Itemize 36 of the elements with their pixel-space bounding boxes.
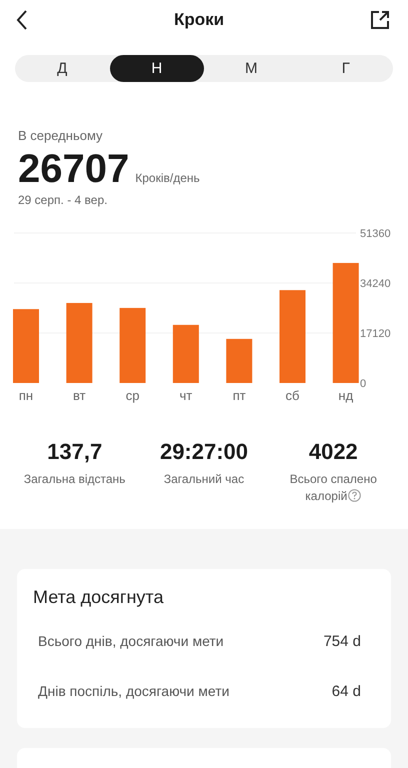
axis-label: ср	[126, 388, 140, 404]
period-tab[interactable]: М	[204, 54, 298, 82]
page-title: Кроки	[174, 10, 224, 30]
stat-value: 137,7	[47, 439, 102, 466]
unit-label: Кроків/день	[135, 171, 200, 186]
average-label: В середньому	[18, 128, 104, 144]
stat-value: 29:27:00	[160, 439, 248, 466]
bar	[226, 338, 252, 384]
axis-tick-label: 17120	[360, 328, 391, 340]
period-tab[interactable]: Н	[110, 54, 204, 82]
bar	[172, 324, 199, 384]
stat-label: Загальний час	[162, 471, 246, 488]
stat-value: 4022	[308, 439, 358, 466]
axis-label: пт	[232, 388, 246, 404]
axis-tick-label: 34240	[360, 278, 391, 290]
average-value: 26707	[18, 147, 130, 192]
row-label: Днів поспіль, досягаючи мети	[38, 683, 230, 700]
axis-label: нд	[338, 388, 354, 404]
axis-label: пн	[18, 388, 34, 404]
row-value: 754 d	[323, 632, 361, 650]
axis-tick-label: 0	[360, 378, 366, 390]
axis-tick-label: 51360	[360, 228, 391, 240]
share-icon[interactable]	[370, 10, 390, 30]
row-value: 64 d	[332, 682, 361, 700]
period-tab[interactable]: Г	[298, 54, 393, 82]
period-tab[interactable]: Д	[15, 54, 110, 82]
date-range: 29 серп. - 4 вер.	[18, 193, 108, 208]
stat-label: Загальна відстань	[22, 471, 126, 488]
back-icon[interactable]	[16, 10, 28, 30]
card-title: Мета досягнута	[33, 587, 164, 608]
row-label: Всього днів, досягаючи мети	[38, 633, 224, 650]
axis-label: чт	[180, 388, 192, 404]
axis-label: вт	[73, 388, 86, 404]
stat-label: Всього спалено калорій	[288, 471, 378, 506]
axis-label: сб	[286, 388, 300, 404]
help-icon[interactable]	[348, 489, 362, 502]
